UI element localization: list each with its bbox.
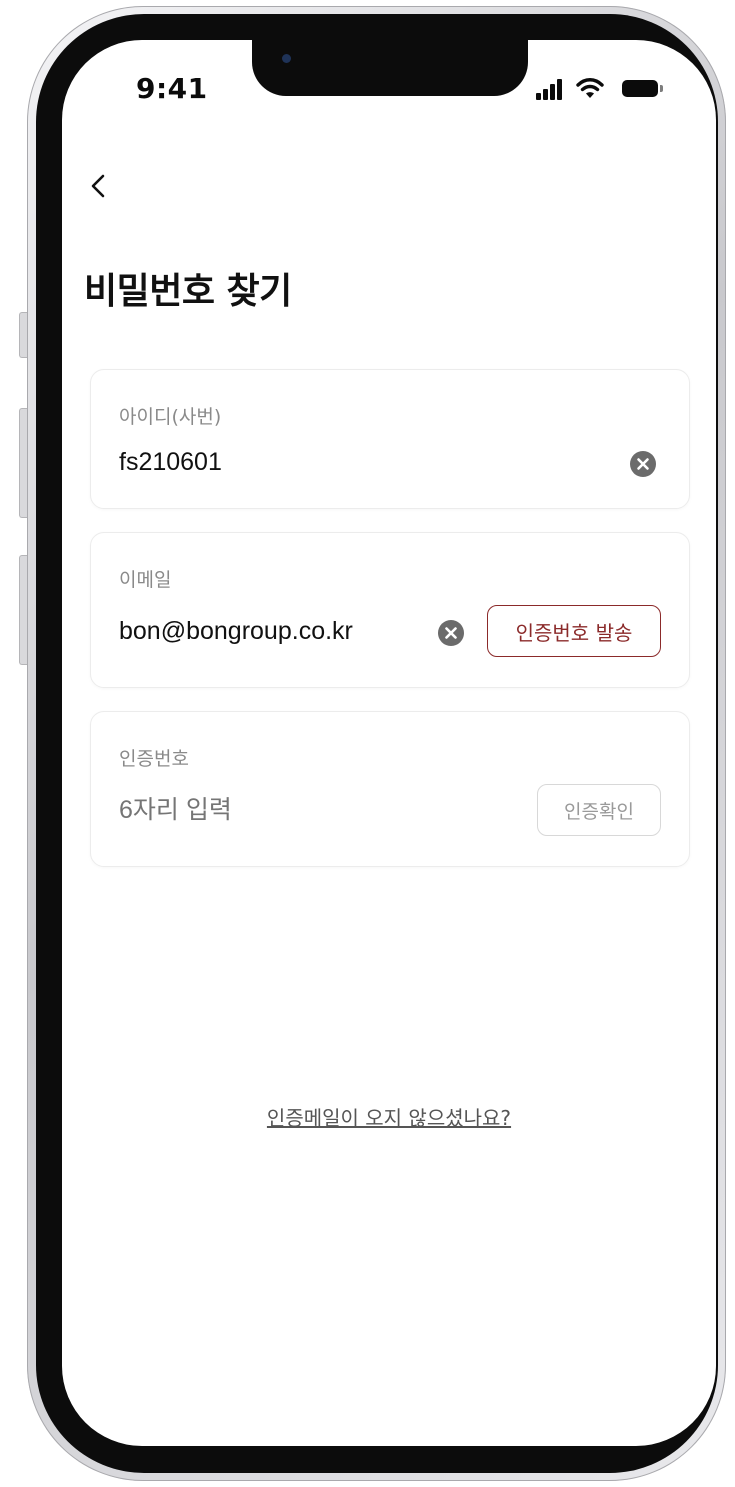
device-mockup: 9:41 비밀번호 찾기 아이디(사번) fs210601 이메일 bon@bo… <box>0 0 735 1487</box>
email-field-label: 이메일 <box>119 569 172 591</box>
back-button[interactable] <box>82 166 118 206</box>
id-field-label: 아이디(사번) <box>119 406 222 428</box>
no-email-received-link[interactable]: 인증메일이 오지 않으셨나요? <box>62 1102 716 1131</box>
app-screen: 9:41 비밀번호 찾기 아이디(사번) fs210601 이메일 bon@bo… <box>62 40 716 1446</box>
status-icons <box>536 74 686 104</box>
email-field-card: 이메일 인증번호 발송 <box>90 532 690 688</box>
send-code-button[interactable]: 인증번호 발송 <box>487 605 661 657</box>
id-field-card: 아이디(사번) <box>90 369 690 509</box>
verification-code-input[interactable] <box>119 796 499 825</box>
verify-code-button[interactable]: 인증확인 <box>537 784 661 836</box>
status-time: 9:41 <box>136 72 208 105</box>
code-field-label: 인증번호 <box>119 748 189 770</box>
email-clear-icon[interactable] <box>437 619 465 647</box>
notch <box>252 40 528 96</box>
camera-icon <box>282 54 291 63</box>
battery-icon <box>622 80 663 97</box>
id-clear-icon[interactable] <box>629 450 657 478</box>
wifi-icon <box>576 78 604 98</box>
email-input[interactable] <box>119 617 419 646</box>
id-input[interactable] <box>119 448 599 477</box>
page-title: 비밀번호 찾기 <box>84 271 292 312</box>
code-field-card: 인증번호 인증확인 <box>90 711 690 867</box>
cellular-signal-icon <box>536 78 564 100</box>
